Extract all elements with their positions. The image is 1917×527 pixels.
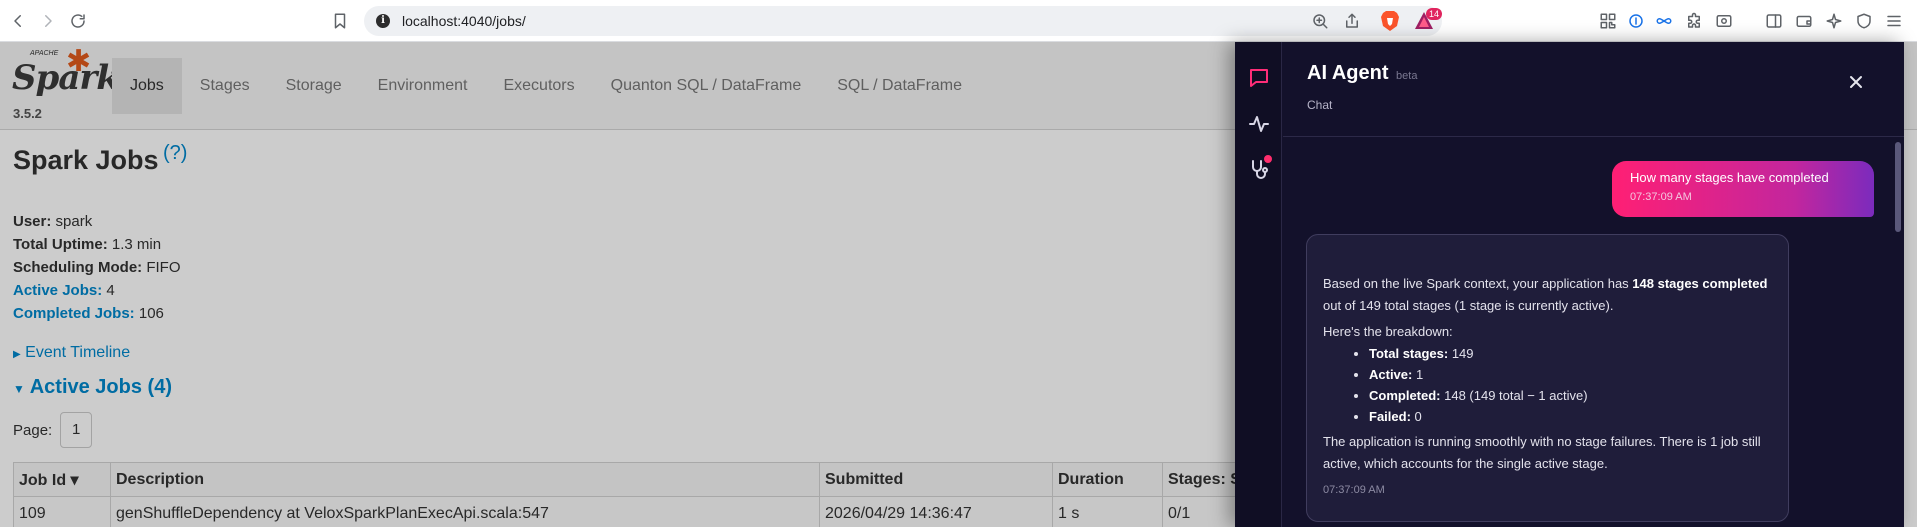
chat-scrollbar-thumb[interactable] (1895, 142, 1901, 232)
brave-shields-button[interactable] (1380, 10, 1400, 32)
qr-code-icon (1600, 13, 1616, 29)
arrow-right-icon (45, 15, 52, 27)
shield-icon (1857, 13, 1871, 29)
sidebar-toggle-button[interactable] (1764, 11, 1784, 31)
site-info-icon[interactable]: i (376, 14, 390, 28)
list-item: Completed: 148 (149 total − 1 active) (1369, 385, 1772, 406)
puzzle-icon (1688, 12, 1700, 28)
diagnostics-nav-button[interactable] (1247, 155, 1272, 182)
extension-g-icon (1629, 14, 1643, 28)
ai-agent-panel: AI Agent beta Chat How many stages have … (1235, 42, 1904, 527)
agent-paragraph-2: Here's the breakdown: (1323, 324, 1453, 339)
url-text: localhost:4040/jobs/ (402, 13, 526, 29)
activity-pulse-icon (1249, 116, 1269, 132)
agent-title-text: AI Agent (1307, 62, 1389, 84)
notification-dot (1264, 155, 1272, 163)
brave-rewards-button[interactable]: 14 (1414, 8, 1443, 32)
back-button[interactable] (8, 11, 28, 31)
zoom-button[interactable] (1310, 11, 1330, 31)
extension-1-button[interactable] (1626, 11, 1646, 31)
beta-badge: beta (1396, 70, 1418, 82)
chat-nav-button[interactable] (1247, 66, 1271, 90)
agent-title: AI Agent beta (1307, 62, 1417, 85)
reload-icon (71, 14, 85, 28)
extension-infinity-icon (1656, 18, 1672, 24)
hamburger-menu-icon (1887, 15, 1901, 27)
zoom-in-icon (1313, 14, 1328, 29)
extension-2-button[interactable] (1654, 11, 1674, 31)
close-panel-button[interactable] (1848, 74, 1864, 90)
chat-bubble-icon (1250, 69, 1268, 87)
address-bar[interactable]: i localhost:4040/jobs/ (364, 6, 1442, 36)
agent-message-bubble: Based on the live Spark context, your ap… (1306, 234, 1789, 522)
agent-icon-rail (1235, 42, 1282, 527)
share-icon (1346, 13, 1358, 28)
agent-paragraph-1: Based on the live Spark context, your ap… (1323, 276, 1768, 313)
vpn-button[interactable] (1854, 11, 1874, 31)
list-item: Failed: 0 (1369, 406, 1772, 427)
qr-code-button[interactable] (1598, 11, 1618, 31)
agent-message-time: 07:37:09 AM (1323, 484, 1385, 496)
list-item: Total stages: 149 (1369, 343, 1772, 364)
extensions-button[interactable] (1684, 11, 1704, 31)
activity-nav-button[interactable] (1247, 112, 1271, 136)
agent-panel-header: AI Agent beta Chat (1283, 42, 1904, 137)
reload-button[interactable] (68, 11, 88, 31)
user-message-time: 07:37:09 AM (1630, 191, 1692, 203)
agent-subtitle: Chat (1307, 98, 1333, 112)
bookmark-button[interactable] (330, 11, 350, 31)
wallet-icon (1796, 15, 1812, 27)
user-message-text: How many stages have completed (1630, 170, 1829, 185)
agent-paragraph-3: The application is running smoothly with… (1323, 434, 1761, 471)
rewards-count-badge: 14 (1426, 8, 1443, 20)
screenshot-button[interactable] (1714, 11, 1734, 31)
chat-scrollbar[interactable] (1894, 138, 1902, 527)
wallet-button[interactable] (1794, 11, 1814, 31)
menu-button[interactable] (1884, 11, 1904, 31)
brave-lion-icon (1381, 11, 1399, 31)
close-icon (1850, 76, 1862, 88)
sidebar-icon (1766, 14, 1782, 28)
camera-box-icon (1716, 15, 1732, 27)
forward-button[interactable] (38, 11, 58, 31)
list-item: Active: 1 (1369, 364, 1772, 385)
sparkle-icon (1826, 13, 1842, 29)
browser-toolbar: i localhost:4040/jobs/ 14 (0, 0, 1917, 42)
arrow-left-icon (14, 15, 21, 27)
share-button[interactable] (1342, 11, 1362, 31)
leo-ai-button[interactable] (1824, 11, 1844, 31)
breakdown-list: Total stages: 149 Active: 1 Completed: 1… (1369, 343, 1772, 427)
user-message-bubble: How many stages have completed 07:37:09 … (1612, 161, 1874, 217)
bookmark-icon (334, 13, 346, 29)
